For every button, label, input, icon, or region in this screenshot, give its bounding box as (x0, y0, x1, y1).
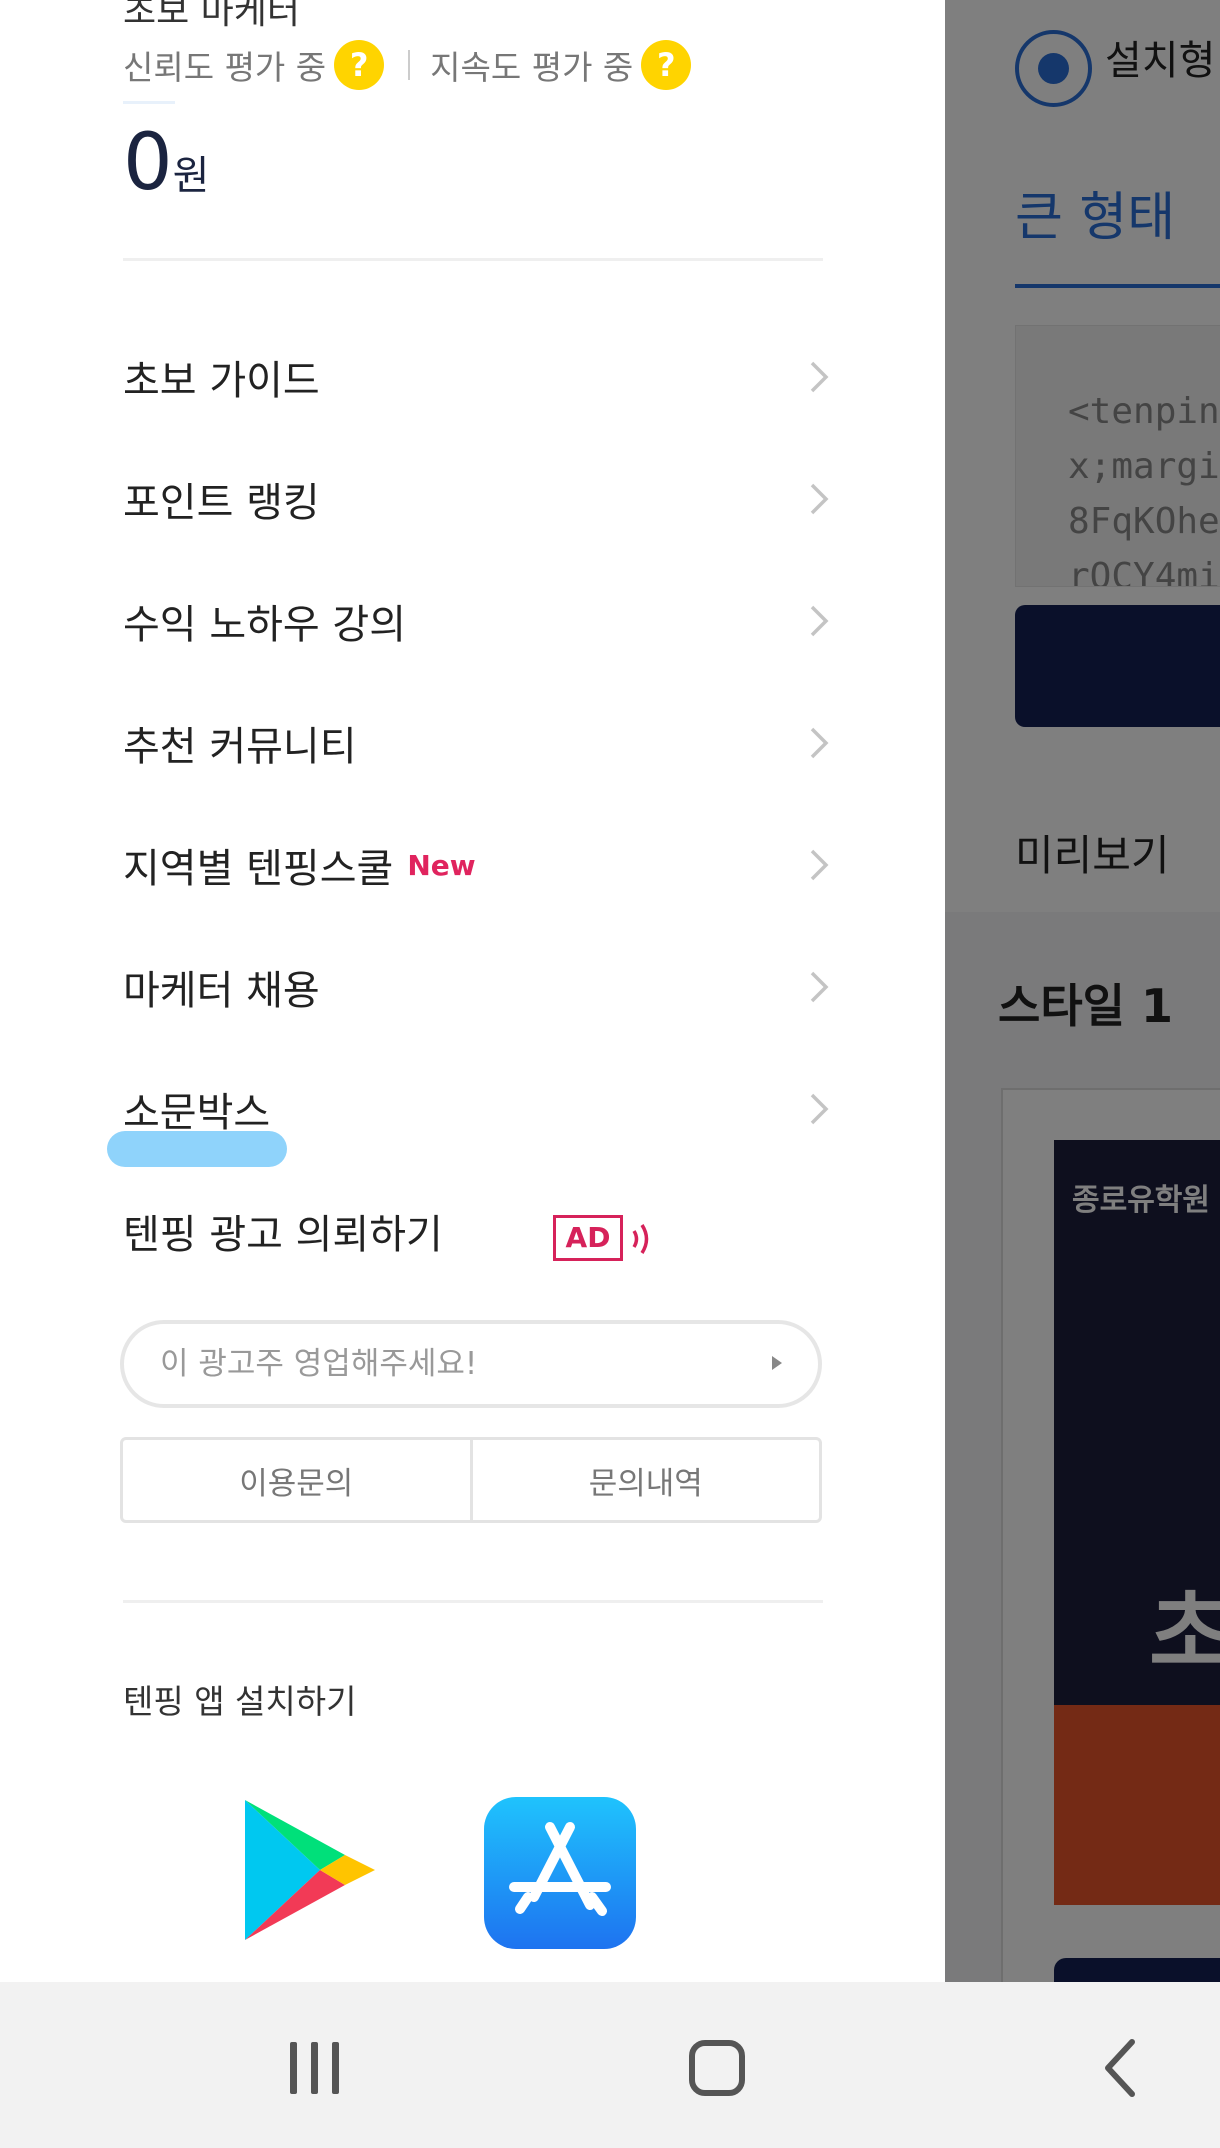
separator (408, 50, 411, 80)
menu-item-label: 지역별 텐핑스쿨 (123, 846, 394, 892)
back-icon[interactable] (1100, 2038, 1140, 2098)
chevron-right-icon (810, 361, 829, 393)
new-badge: New (407, 848, 476, 882)
balance-unit: 원 (172, 153, 210, 199)
chevron-right-icon (810, 727, 829, 759)
menu-item-recommend-community[interactable]: 추천 커뮤니티 (123, 703, 838, 783)
help-icon[interactable]: ? (641, 40, 692, 90)
continuity-label: 지속도 평가 중 (430, 48, 634, 87)
menu-item-marketer-recruit[interactable]: 마케터 채용 (123, 947, 838, 1027)
side-drawer: 초보 마케터 신뢰도 평가 중 ? 지속도 평가 중 ? 0원 초보 가이드 포… (0, 0, 945, 1982)
chevron-right-icon (810, 849, 829, 881)
balance: 0원 (123, 118, 209, 208)
app-install-label: 텐핑 앱 설치하기 (123, 1682, 357, 1721)
sales-request-input[interactable] (160, 1324, 760, 1404)
chevron-right-icon (810, 1093, 829, 1125)
reliability-label: 신뢰도 평가 중 (123, 48, 327, 87)
divider (123, 258, 823, 261)
help-icon[interactable]: ? (334, 40, 385, 90)
google-play-icon[interactable] (240, 1795, 380, 1945)
marketer-grade: 초보 마케터 (123, 0, 301, 32)
dim-overlay[interactable] (945, 0, 1220, 1982)
menu-item-revenue-lecture[interactable]: 수익 노하우 강의 (123, 581, 838, 661)
sales-request-field[interactable] (120, 1320, 822, 1408)
evaluation-status: 신뢰도 평가 중 ? 지속도 평가 중 ? (123, 40, 692, 90)
inquiry-button[interactable]: 이용문의 (123, 1440, 470, 1520)
ad-request-label: 텐핑 광고 의뢰하기 (123, 1212, 443, 1258)
ad-badge: AD (553, 1215, 623, 1261)
chevron-right-icon (810, 605, 829, 637)
menu-item-regional-school[interactable]: 지역별 텐핑스쿨 New (123, 825, 838, 905)
submit-arrow-icon[interactable] (772, 1356, 782, 1370)
divider (123, 1600, 823, 1603)
menu-item-label: 추천 커뮤니티 (123, 724, 357, 770)
menu-item-rumor-box[interactable]: 소문박스 (123, 1069, 838, 1149)
balance-value: 0 (123, 118, 173, 208)
system-nav-bar (0, 1982, 1220, 2148)
home-icon[interactable] (689, 2040, 745, 2096)
inquiry-button-group: 이용문의 문의내역 (120, 1437, 822, 1523)
menu-item-point-ranking[interactable]: 포인트 랭킹 (123, 459, 838, 539)
menu-item-label: 마케터 채용 (123, 968, 320, 1014)
menu-item-label: 수익 노하우 강의 (123, 602, 407, 648)
ad-request-link[interactable]: 텐핑 광고 의뢰하기 AD (123, 1191, 838, 1271)
menu-item-label: 소문박스 (123, 1090, 271, 1136)
menu-item-beginner-guide[interactable]: 초보 가이드 (123, 337, 838, 417)
chevron-right-icon (810, 483, 829, 515)
app-store-icon[interactable] (484, 1797, 636, 1949)
recent-apps-icon[interactable] (288, 2042, 342, 2094)
progress-bar (123, 101, 175, 104)
menu-item-label: 포인트 랭킹 (123, 480, 320, 526)
signal-icon (632, 1224, 649, 1254)
inquiry-history-button[interactable]: 문의내역 (469, 1440, 820, 1520)
chevron-right-icon (810, 971, 829, 1003)
menu-item-label: 초보 가이드 (123, 358, 320, 404)
